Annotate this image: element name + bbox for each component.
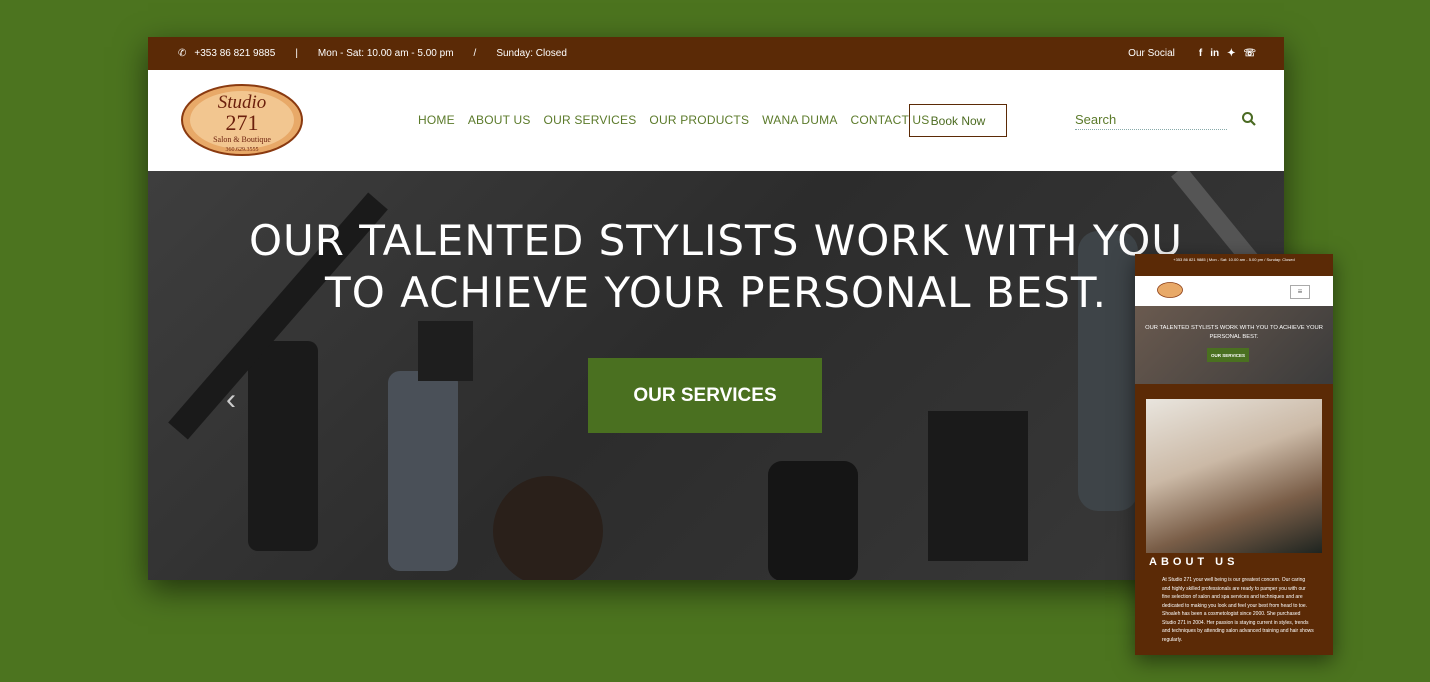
twitter-icon[interactable]: ✦ bbox=[1227, 48, 1235, 59]
mobile-header: ≡ bbox=[1135, 276, 1333, 306]
nav-our-products[interactable]: OUR PRODUCTS bbox=[649, 113, 749, 127]
mobile-our-services-button[interactable]: OUR SERVICES bbox=[1207, 348, 1249, 362]
site-header: Studio 271 Salon & Boutique 360.629.3555… bbox=[148, 70, 1284, 171]
hero-title: OUR TALENTED STYLISTS WORK WITH YOU TO A… bbox=[248, 216, 1184, 317]
our-services-button[interactable]: OUR SERVICES bbox=[588, 358, 822, 433]
svg-text:Salon & Boutique: Salon & Boutique bbox=[213, 135, 271, 144]
about-us-text: At Studio 271 your well being is our gre… bbox=[1162, 577, 1314, 643]
mobile-top-bar: +353 86 821 9885 | Mon - Sat: 10.00 am -… bbox=[1173, 257, 1295, 262]
studio-271-logo[interactable]: Studio 271 Salon & Boutique 360.629.3555 bbox=[180, 83, 304, 158]
svg-text:271: 271 bbox=[226, 110, 259, 135]
hamburger-menu-icon[interactable]: ≡ bbox=[1290, 285, 1310, 299]
mobile-hero-title: OUR TALENTED STYLISTS WORK WITH YOU TO A… bbox=[1145, 325, 1323, 340]
slider-prev-arrow-icon[interactable]: ‹ bbox=[226, 383, 236, 417]
social-label: Our Social bbox=[1128, 48, 1175, 59]
mobile-hero: OUR TALENTED STYLISTS WORK WITH YOU TO A… bbox=[1135, 306, 1333, 384]
haircut-photo bbox=[1146, 399, 1322, 553]
hero-slider: OUR TALENTED STYLISTS WORK WITH YOU TO A… bbox=[148, 171, 1284, 580]
whatsapp-icon[interactable]: ☏ bbox=[1243, 48, 1256, 59]
search-icon[interactable] bbox=[1241, 111, 1257, 127]
book-now-button[interactable]: Book Now bbox=[909, 104, 1007, 137]
desktop-mockup: ✆ +353 86 821 9885 | Mon - Sat: 10.00 am… bbox=[148, 37, 1284, 580]
separator: / bbox=[473, 48, 477, 59]
sunday-hours: Sunday: Closed bbox=[496, 48, 567, 59]
phone-icon: ✆ bbox=[178, 48, 187, 59]
main-nav: HOME ABOUT US OUR SERVICES OUR PRODUCTS … bbox=[418, 113, 929, 127]
search-input[interactable]: Search bbox=[1075, 112, 1227, 130]
separator: | bbox=[295, 48, 298, 59]
about-us-heading: ABOUT US bbox=[1149, 556, 1239, 568]
nav-wana-duma[interactable]: WANA DUMA bbox=[762, 113, 837, 127]
nav-about-us[interactable]: ABOUT US bbox=[468, 113, 531, 127]
facebook-icon[interactable]: f bbox=[1199, 48, 1202, 59]
nav-home[interactable]: HOME bbox=[418, 113, 455, 127]
top-bar: ✆ +353 86 821 9885 | Mon - Sat: 10.00 am… bbox=[148, 37, 1284, 70]
mobile-logo[interactable] bbox=[1157, 282, 1183, 298]
mobile-mockup: +353 86 821 9885 | Mon - Sat: 10.00 am -… bbox=[1135, 254, 1333, 655]
svg-text:360.629.3555: 360.629.3555 bbox=[226, 147, 259, 153]
nav-our-services[interactable]: OUR SERVICES bbox=[544, 113, 637, 127]
phone-number[interactable]: +353 86 821 9885 bbox=[194, 48, 275, 59]
linkedin-icon[interactable]: in bbox=[1210, 48, 1219, 59]
opening-hours: Mon - Sat: 10.00 am - 5.00 pm bbox=[317, 48, 454, 59]
